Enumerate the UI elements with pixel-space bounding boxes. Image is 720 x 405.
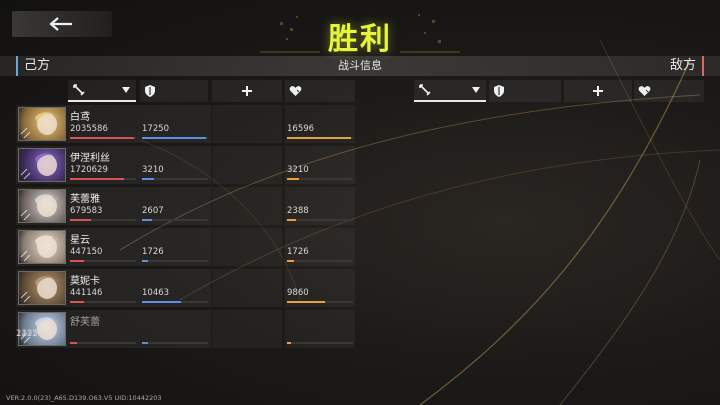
character-avatar[interactable] [18, 148, 66, 182]
character-name: 白鸢 [70, 112, 90, 123]
damage-bar [70, 301, 136, 303]
defense-bar [142, 219, 208, 221]
heal-cell [212, 269, 282, 307]
defense-value: 3210 [142, 165, 164, 175]
support-bar [287, 219, 353, 221]
ally-damage-sort-tab[interactable] [68, 80, 136, 102]
support-bar [287, 178, 353, 180]
plus-icon [242, 86, 252, 96]
support-bar [287, 342, 353, 344]
support-value: 1726 [287, 247, 309, 257]
character-portrait-icon [20, 153, 59, 180]
shield-icon [145, 85, 155, 97]
heal-cell [212, 105, 282, 143]
character-name: 芙蕾雅 [70, 194, 100, 205]
defense-value: 1726 [142, 247, 164, 257]
support-bar [287, 137, 353, 139]
ally-side-label: 己方 [16, 56, 50, 76]
dropdown-triangle-icon [122, 87, 130, 93]
character-portrait-icon [20, 235, 59, 262]
ally-row: 莫妮卡 441146 10463 9860 [16, 269, 356, 307]
ally-row: 舒芙蕾 222541 1492 1117 [16, 310, 356, 348]
damage-value: 447150 [70, 247, 103, 257]
ally-support-sort-tab[interactable] [285, 80, 355, 102]
ally-defense-sort-tab[interactable] [140, 80, 208, 102]
sword-icon [419, 84, 431, 96]
defense-value: 2607 [142, 206, 164, 216]
support-bar [287, 260, 353, 262]
character-name: 伊涅利丝 [70, 153, 110, 164]
heal-cell [212, 146, 282, 184]
defense-bar [142, 178, 208, 180]
heal-cell [212, 310, 282, 348]
support-value: 9860 [287, 288, 309, 298]
defense-bar [142, 260, 208, 262]
support-value: 16596 [287, 124, 315, 134]
damage-bar [70, 137, 136, 139]
defense-bar [142, 301, 208, 303]
character-avatar[interactable] [18, 230, 66, 264]
damage-bar [70, 342, 136, 344]
damage-bar [70, 178, 136, 180]
heart-icon [289, 86, 302, 96]
dropdown-triangle-icon [472, 87, 480, 93]
damage-value: 1720629 [70, 165, 108, 175]
ally-row: 伊涅利丝 1720629 3210 3210 [16, 146, 356, 184]
enemy-damage-sort-tab[interactable] [414, 80, 486, 102]
defense-bar [142, 137, 208, 139]
back-arrow-icon [49, 17, 72, 31]
damage-value: 441146 [70, 288, 103, 298]
ally-row: 芙蕾雅 679583 2607 2388 [16, 187, 356, 225]
defense-value: 10463 [142, 288, 170, 298]
character-avatar[interactable] [18, 271, 66, 305]
battle-info-label: 战斗信息 [338, 59, 382, 72]
character-name: 星云 [70, 235, 90, 246]
character-portrait-icon [20, 276, 59, 303]
character-name: 舒芙蕾 [70, 317, 100, 328]
damage-bar [70, 219, 136, 221]
ally-heal-sort-tab[interactable] [212, 80, 282, 102]
enemy-side-label: 敌方 [670, 56, 704, 76]
support-bar [287, 301, 353, 303]
defense-value: 17250 [142, 124, 170, 134]
ally-row: 白鸢 2035586 17250 16596 [16, 105, 356, 143]
enemy-support-sort-tab[interactable] [634, 80, 704, 102]
heal-cell [212, 187, 282, 225]
ally-row: 星云 447150 1726 1726 [16, 228, 356, 266]
victory-title: 胜利 [328, 22, 392, 57]
character-name: 莫妮卡 [70, 276, 100, 287]
heart-icon [638, 86, 651, 96]
back-button[interactable] [12, 11, 112, 37]
enemy-defense-sort-tab[interactable] [489, 80, 561, 102]
version-info: VER:2.0.0(23)_A65.D139.O63.V5 UID:104422… [6, 394, 162, 402]
enemy-heal-sort-tab[interactable] [564, 80, 632, 102]
damage-value: 2035586 [70, 124, 108, 134]
shield-icon [494, 85, 504, 97]
heal-cell [212, 228, 282, 266]
support-value: 2388 [287, 206, 309, 216]
character-portrait-icon [20, 194, 59, 221]
damage-bar [70, 260, 136, 262]
plus-icon [593, 86, 603, 96]
defense-bar [142, 342, 208, 344]
support-value: 1117 [16, 329, 38, 339]
support-value: 3210 [287, 165, 309, 175]
character-portrait-icon [20, 112, 59, 139]
sword-icon [73, 84, 85, 96]
character-avatar[interactable] [18, 107, 66, 141]
character-avatar[interactable] [18, 189, 66, 223]
damage-value: 679583 [70, 206, 103, 216]
